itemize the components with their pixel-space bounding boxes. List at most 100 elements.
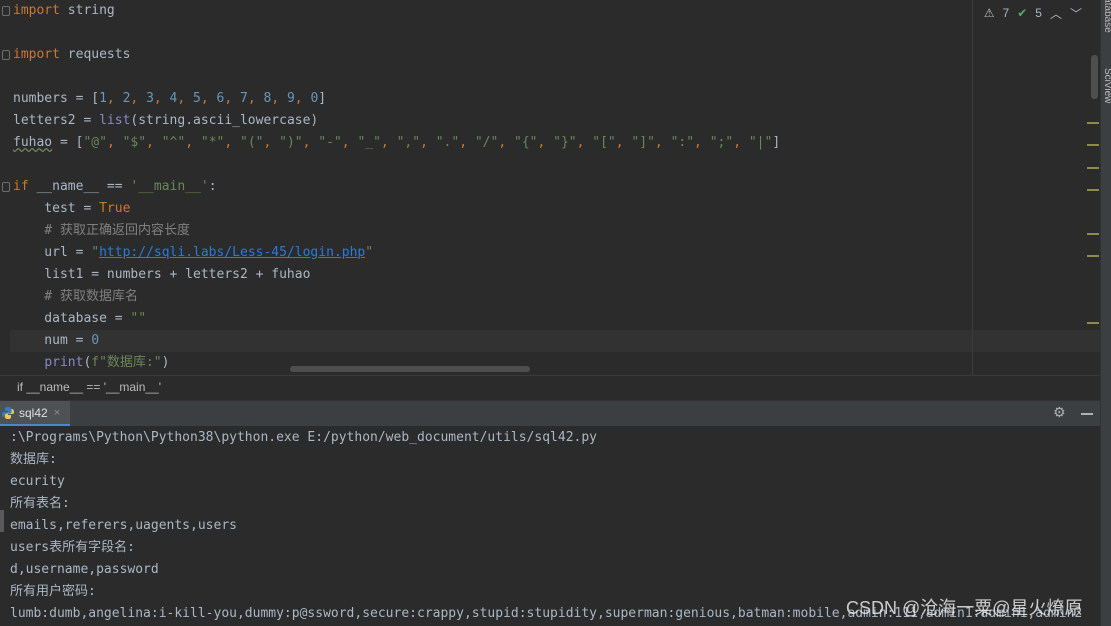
console-scroll-indicator[interactable] — [0, 510, 4, 532]
code-token: , — [341, 135, 358, 150]
code-token: "" — [130, 311, 147, 326]
fold-marker-icon[interactable] — [2, 50, 10, 60]
code-token: "}" — [553, 135, 577, 150]
console-left-bar — [0, 426, 8, 626]
code-line[interactable]: import requests — [13, 44, 130, 66]
code-token: , — [733, 135, 749, 150]
code-token: "^" — [161, 135, 186, 150]
code-line[interactable]: # 获取正确返回内容长度 — [13, 220, 190, 242]
code-token: "-" — [318, 135, 342, 150]
code-token: import — [13, 3, 60, 18]
code-line[interactable]: num = 0 — [13, 330, 99, 352]
code-token: ":" — [670, 135, 695, 150]
stripe-marker[interactable] — [1087, 255, 1099, 257]
editor-vertical-scrollbar[interactable] — [1091, 55, 1098, 99]
code-line[interactable]: url = "http://sqli.labs/Less-45/login.ph… — [13, 242, 373, 264]
code-token: , — [185, 135, 201, 150]
code-token: , — [537, 135, 554, 150]
code-token[interactable]: http://sqli.labs/Less-45/login.php — [99, 245, 365, 260]
warning-icon: ⚠ — [983, 6, 995, 20]
code-token: "_" — [357, 135, 381, 150]
code-token: , — [654, 135, 671, 150]
code-token: , — [380, 135, 397, 150]
code-token: , — [263, 135, 280, 150]
console-line: 所有用户密码: — [10, 584, 96, 599]
editor-horizontal-scrollbar[interactable] — [290, 366, 530, 372]
code-token: url = — [13, 245, 92, 260]
breadcrumb-item[interactable]: if __name__ == '__main__' — [17, 380, 161, 394]
console-line: users表所有字段名: — [10, 540, 135, 555]
fold-marker-icon[interactable] — [2, 182, 10, 192]
code-editor[interactable]: import string import requests numbers = [1… — [0, 0, 1100, 375]
code-token: " — [365, 245, 374, 260]
code-token: = [ — [52, 135, 84, 150]
code-token: , — [420, 135, 436, 150]
code-token: "." — [435, 135, 460, 150]
code-token: 1 — [99, 91, 107, 106]
console-line: 数据库: — [10, 452, 57, 467]
code-line[interactable]: if __name__ == '__main__': — [13, 176, 217, 198]
code-token: , — [271, 91, 287, 106]
code-token: , — [200, 91, 217, 106]
code-token: , — [247, 91, 264, 106]
tab-sql42[interactable]: sql42 × — [0, 401, 70, 426]
code-token: fuhao — [13, 135, 53, 150]
code-token: True — [99, 201, 131, 216]
editor-gutter — [0, 0, 10, 375]
stripe-marker[interactable] — [1087, 233, 1099, 235]
code-token: import — [13, 47, 60, 62]
code-token: print — [44, 355, 84, 370]
close-icon[interactable]: × — [54, 407, 60, 419]
code-token: , — [294, 91, 311, 106]
code-line[interactable]: fuhao = ["@", "$", "^", "*", "(", ")", "… — [13, 132, 780, 154]
code-token: __name__ == — [28, 179, 131, 194]
code-token: , — [106, 135, 123, 150]
code-token: "(" — [240, 135, 264, 150]
console-line: d,username,password — [10, 562, 159, 577]
code-line[interactable]: # 获取数据库名 — [13, 286, 138, 308]
code-line[interactable]: numbers = [1, 2, 3, 4, 5, 6, 7, 8, 9, 0] — [13, 88, 326, 110]
code-token: ) — [161, 355, 170, 370]
chevron-down-icon[interactable]: ﹀ — [1070, 5, 1082, 22]
code-line[interactable]: list1 = numbers + letters2 + fuhao — [13, 264, 310, 286]
stripe-marker[interactable] — [1087, 122, 1099, 124]
stripe-marker[interactable] — [1087, 189, 1099, 191]
code-token: 7 — [240, 91, 248, 106]
chevron-up-icon[interactable]: ︿ — [1050, 5, 1062, 22]
code-token: , — [615, 135, 632, 150]
fold-marker-icon[interactable] — [2, 6, 10, 16]
code-token: , — [146, 135, 162, 150]
console-line: 所有表名: — [10, 496, 70, 511]
code-line[interactable]: import string — [13, 0, 115, 22]
inspection-widget[interactable]: ⚠ 7 ✔ 5 ︿ ﹀ — [984, 4, 1082, 22]
code-token: "*" — [200, 135, 225, 150]
code-token: letters2 = — [13, 113, 100, 128]
stripe-marker[interactable] — [1087, 144, 1099, 146]
minimize-icon[interactable] — [1081, 413, 1093, 415]
stripe-marker[interactable] — [1087, 167, 1099, 169]
code-token: , — [576, 135, 593, 150]
sciview-tab[interactable]: SciView — [1102, 68, 1111, 103]
code-token: , — [694, 135, 710, 150]
code-token: test = — [13, 201, 100, 216]
code-token: "$" — [122, 135, 147, 150]
code-line[interactable]: database = "" — [13, 308, 146, 330]
code-token: , — [224, 91, 240, 106]
stripe-marker[interactable] — [1087, 322, 1099, 324]
code-line[interactable]: print(f"数据库:") — [13, 352, 169, 374]
code-line[interactable]: test = True — [13, 198, 130, 220]
code-token: 9 — [286, 91, 295, 106]
code-token: , — [459, 135, 475, 150]
code-line[interactable]: letters2 = list(string.ascii_lowercase) — [13, 110, 318, 132]
run-tab-label: sql42 — [19, 405, 48, 420]
database-tab[interactable]: Database — [1102, 0, 1111, 33]
code-token: database = — [13, 311, 131, 326]
code-token: , — [498, 135, 514, 150]
warning-count: 7 — [1002, 6, 1010, 20]
code-token: "{" — [514, 135, 538, 150]
breadcrumb[interactable]: if __name__ == '__main__' — [0, 375, 1100, 400]
gear-icon[interactable]: ⚙ — [1053, 405, 1066, 421]
console-line: emails,referers,uagents,users — [10, 518, 237, 533]
code-token: 5 — [193, 91, 201, 106]
